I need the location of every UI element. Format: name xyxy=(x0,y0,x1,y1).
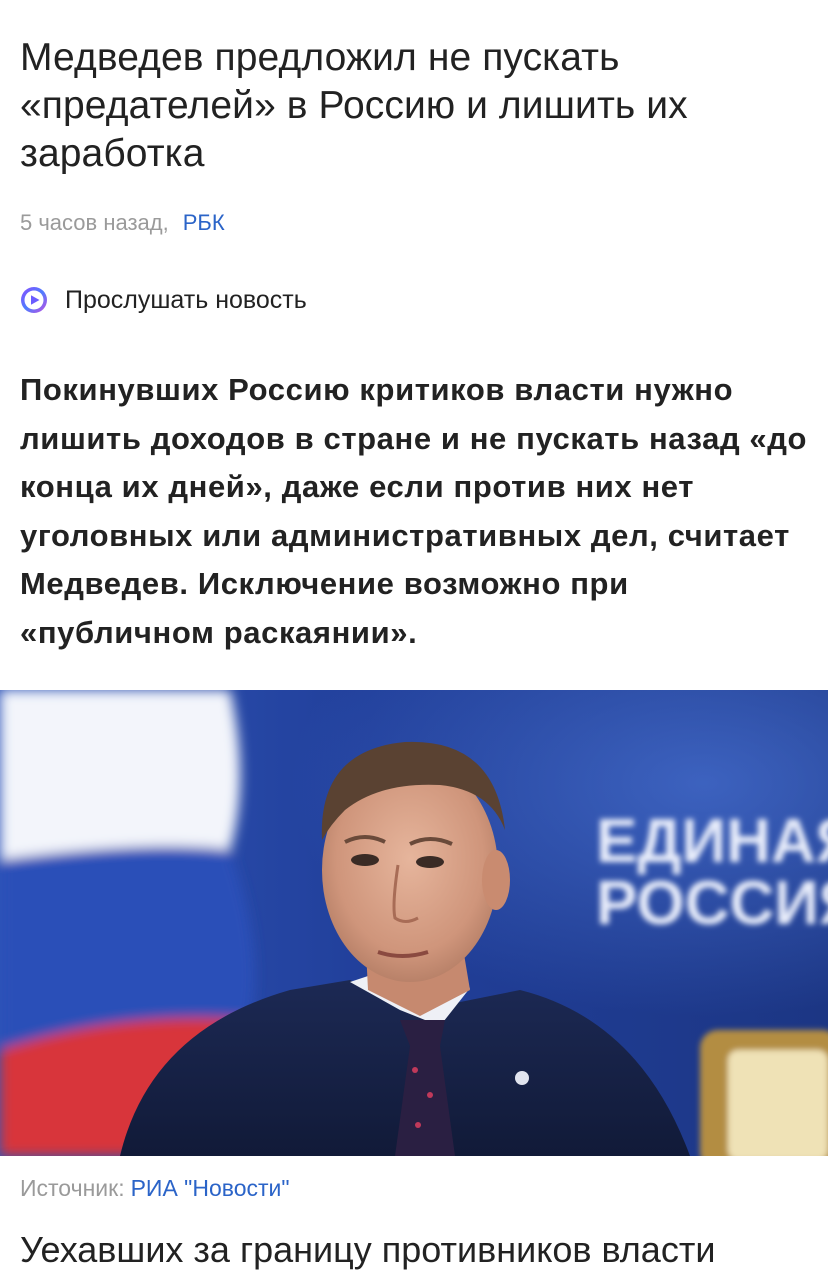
article: Медведев предложил не пускать «предателе… xyxy=(0,0,828,1270)
listen-label: Прослушать новость xyxy=(65,286,307,314)
caption-source-link[interactable]: РИА "Новости" xyxy=(131,1175,290,1201)
chair-graphic xyxy=(700,1030,828,1156)
article-title: Медведев предложил не пускать «предателе… xyxy=(20,36,688,175)
article-meta: 5 часов назад, РБК xyxy=(20,208,225,238)
listen-news-button[interactable]: Прослушать новость xyxy=(20,282,307,318)
background-party-text: ЕДИНАЯ РОССИЯ xyxy=(596,807,828,938)
photo-caption: Источник: РИА "Новости" xyxy=(20,1172,290,1204)
svg-text:ЕДИНАЯ: ЕДИНАЯ xyxy=(596,807,828,876)
article-body-start: Уехавших за границу противников власти xyxy=(20,1229,716,1270)
alice-play-icon xyxy=(20,286,48,314)
caption-label: Источник: xyxy=(20,1175,125,1201)
article-lead: Покинувших Россию критиков власти нужно … xyxy=(20,372,808,650)
article-photo[interactable]: ЕДИНАЯ РОССИЯ xyxy=(0,690,828,1156)
svg-text:РОССИЯ: РОССИЯ xyxy=(596,869,828,938)
source-link[interactable]: РБК xyxy=(183,210,225,235)
publish-time: 5 часов назад, xyxy=(20,210,169,235)
